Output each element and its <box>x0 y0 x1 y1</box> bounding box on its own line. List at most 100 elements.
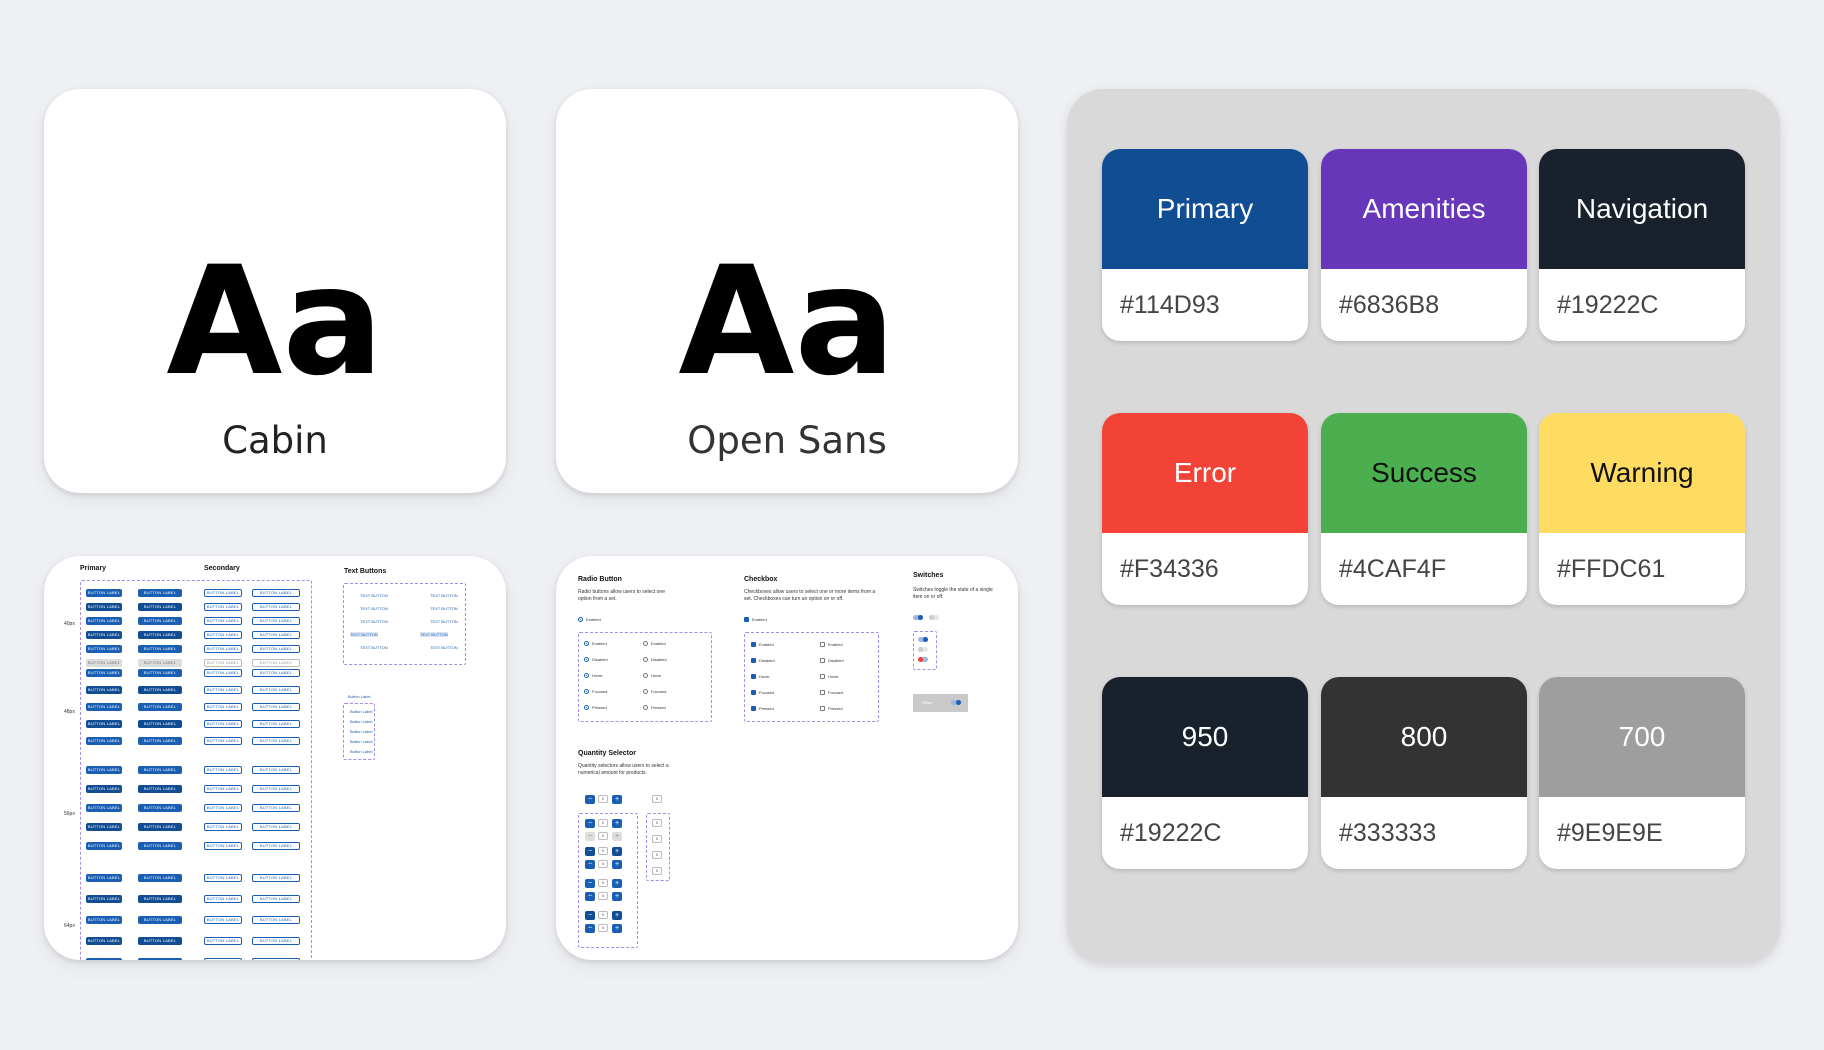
qty-plus-button[interactable]: + <box>612 911 622 920</box>
qty-minus-button[interactable]: − <box>585 832 595 841</box>
qty-plus-button[interactable]: + <box>612 879 622 888</box>
sample-button[interactable]: BUTTON LABEL <box>252 785 300 793</box>
sample-button[interactable]: BUTTON LABEL <box>252 804 300 812</box>
radio-button[interactable] <box>643 689 648 694</box>
sample-button[interactable]: BUTTON LABEL <box>204 895 242 903</box>
sample-button[interactable]: BUTTON LABEL <box>86 686 122 694</box>
qty-plus-button[interactable]: + <box>612 795 622 804</box>
text-button[interactable]: TEXT BUTTON <box>350 632 378 637</box>
radio-enabled[interactable] <box>578 617 583 622</box>
checkbox[interactable] <box>820 706 825 711</box>
sample-button[interactable]: BUTTON LABEL <box>204 804 242 812</box>
sample-button[interactable]: BUTTON LABEL <box>204 686 242 694</box>
text-button[interactable]: TEXT BUTTON <box>360 645 388 650</box>
sample-button[interactable]: BUTTON LABEL <box>204 659 242 667</box>
sample-button[interactable]: BUTTON LABEL <box>138 916 182 924</box>
sample-button[interactable]: BUTTON LABEL <box>204 785 242 793</box>
sample-button[interactable]: BUTTON LABEL <box>252 937 300 945</box>
radio-button[interactable] <box>584 705 589 710</box>
radio-button[interactable] <box>643 673 648 678</box>
qty-plus-button[interactable]: + <box>612 860 622 869</box>
sample-button[interactable]: BUTTON LABEL <box>138 895 182 903</box>
qty-minus-button[interactable]: − <box>585 860 595 869</box>
icon-button[interactable]: Button Label <box>350 719 372 724</box>
text-button[interactable]: TEXT BUTTON <box>430 606 458 611</box>
qty-minus-button[interactable]: − <box>585 795 595 804</box>
sample-button[interactable]: BUTTON LABEL <box>86 645 122 653</box>
text-button[interactable]: TEXT BUTTON <box>420 632 448 637</box>
sample-button[interactable]: BUTTON LABEL <box>138 631 182 639</box>
qty-plus-button[interactable]: + <box>612 832 622 841</box>
radio-button[interactable] <box>643 657 648 662</box>
checkbox[interactable] <box>751 674 756 679</box>
sample-button[interactable]: BUTTON LABEL <box>204 645 242 653</box>
qty-minus-button[interactable]: − <box>585 892 595 901</box>
sample-button[interactable]: BUTTON LABEL <box>204 617 242 625</box>
sample-button[interactable]: BUTTON LABEL <box>204 766 242 774</box>
switch-disabled[interactable] <box>918 647 928 652</box>
sample-button[interactable]: BUTTON LABEL <box>86 631 122 639</box>
sample-button[interactable]: BUTTON LABEL <box>204 842 242 850</box>
sample-button[interactable]: BUTTON LABEL <box>252 631 300 639</box>
sample-button[interactable]: BUTTON LABEL <box>204 874 242 882</box>
sample-button[interactable]: BUTTON LABEL <box>86 669 122 677</box>
radio-button[interactable] <box>584 689 589 694</box>
sample-button[interactable]: BUTTON LABEL <box>86 617 122 625</box>
sample-button[interactable]: BUTTON LABEL <box>252 603 300 611</box>
qty-minus-button[interactable]: − <box>585 847 595 856</box>
text-button[interactable]: TEXT BUTTON <box>430 645 458 650</box>
sample-button[interactable]: BUTTON LABEL <box>138 669 182 677</box>
sample-button[interactable]: BUTTON LABEL <box>204 669 242 677</box>
sample-button[interactable]: BUTTON LABEL <box>204 937 242 945</box>
sample-button[interactable]: BUTTON LABEL <box>86 603 122 611</box>
sample-button[interactable]: BUTTON LABEL <box>138 804 182 812</box>
checkbox[interactable] <box>751 690 756 695</box>
switch-chip-toggle[interactable] <box>951 700 961 705</box>
sample-button[interactable]: BUTTON LABEL <box>86 937 122 945</box>
icon-button[interactable]: Button Label <box>350 729 372 734</box>
switch-off[interactable] <box>929 615 939 620</box>
sample-button[interactable]: BUTTON LABEL <box>252 659 300 667</box>
text-button[interactable]: TEXT BUTTON <box>360 619 388 624</box>
checkbox[interactable] <box>820 642 825 647</box>
sample-button[interactable]: BUTTON LABEL <box>252 737 300 745</box>
sample-button[interactable]: BUTTON LABEL <box>252 874 300 882</box>
checkbox[interactable] <box>820 690 825 695</box>
sample-button[interactable]: BUTTON LABEL <box>252 766 300 774</box>
sample-button[interactable]: BUTTON LABEL <box>138 720 182 728</box>
sample-button[interactable]: BUTTON LABEL <box>86 766 122 774</box>
sample-button[interactable]: BUTTON LABEL <box>204 589 242 597</box>
sample-button[interactable]: BUTTON LABEL <box>204 720 242 728</box>
sample-button[interactable]: BUTTON LABEL <box>252 916 300 924</box>
sample-button[interactable]: BUTTON LABEL <box>138 823 182 831</box>
sample-button[interactable]: BUTTON LABEL <box>86 842 122 850</box>
qty-plus-button[interactable]: + <box>612 892 622 901</box>
sample-button[interactable]: BUTTON LABEL <box>252 669 300 677</box>
qty-minus-button[interactable]: − <box>585 819 595 828</box>
text-button[interactable]: TEXT BUTTON <box>430 619 458 624</box>
sample-button[interactable]: BUTTON LABEL <box>138 937 182 945</box>
sample-button[interactable]: BUTTON LABEL <box>138 842 182 850</box>
sample-button[interactable]: BUTTON LABEL <box>252 958 300 960</box>
radio-button[interactable] <box>584 641 589 646</box>
sample-button[interactable]: BUTTON LABEL <box>252 823 300 831</box>
sample-button[interactable]: BUTTON LABEL <box>138 617 182 625</box>
switch-on[interactable] <box>913 615 923 620</box>
icon-button[interactable]: Button Label <box>348 694 370 699</box>
qty-minus-button[interactable]: − <box>585 924 595 933</box>
sample-button[interactable]: BUTTON LABEL <box>86 737 122 745</box>
sample-button[interactable]: BUTTON LABEL <box>138 874 182 882</box>
icon-button[interactable]: Button Label <box>350 709 372 714</box>
sample-button[interactable]: BUTTON LABEL <box>138 737 182 745</box>
sample-button[interactable]: BUTTON LABEL <box>86 720 122 728</box>
sample-button[interactable]: BUTTON LABEL <box>86 659 122 667</box>
checkbox[interactable] <box>751 642 756 647</box>
switch-error[interactable] <box>918 657 928 662</box>
checkbox[interactable] <box>751 706 756 711</box>
checkbox-enabled[interactable] <box>744 617 749 622</box>
sample-button[interactable]: BUTTON LABEL <box>138 686 182 694</box>
sample-button[interactable]: BUTTON LABEL <box>138 703 182 711</box>
sample-button[interactable]: BUTTON LABEL <box>204 631 242 639</box>
icon-button[interactable]: Button Label <box>350 739 372 744</box>
qty-minus-button[interactable]: − <box>585 879 595 888</box>
